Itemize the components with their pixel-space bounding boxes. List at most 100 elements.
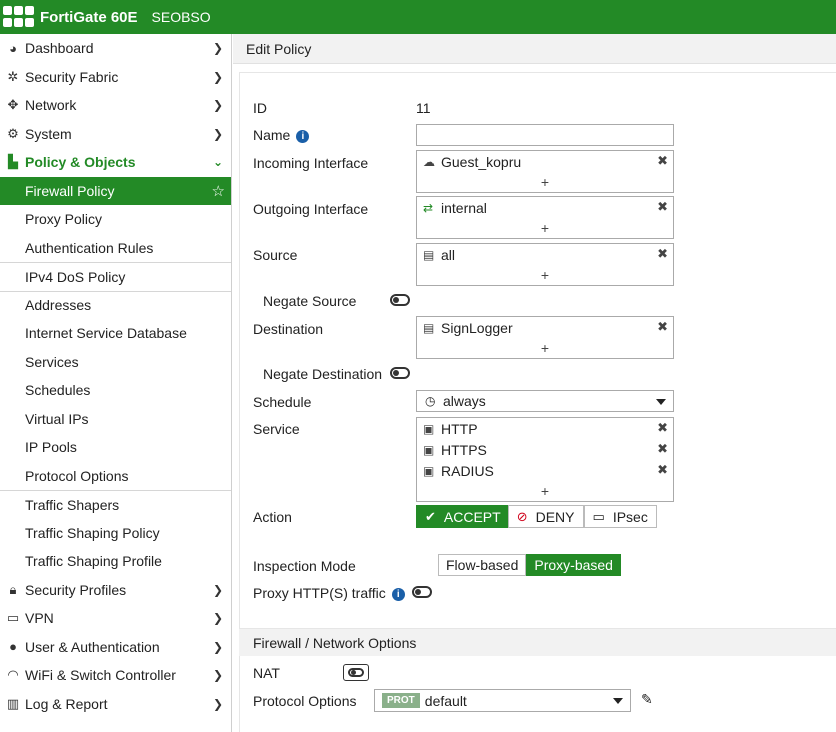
shuffle-icon: ⇄ (423, 200, 434, 215)
sidebar-subitem-traffic-shapers[interactable]: Traffic Shapers (0, 490, 231, 519)
sidebar-item-label: User & Authentication (25, 638, 160, 655)
nat-toggle[interactable] (343, 664, 369, 681)
sidebar-subitem-traffic-shaping-profile[interactable]: Traffic Shaping Profile (0, 547, 231, 576)
fortinet-logo[interactable] (3, 6, 35, 28)
service-value: HTTPS (441, 441, 487, 458)
add-icon[interactable]: + (417, 481, 673, 501)
toggle-off-icon (348, 668, 364, 677)
sidebar-subitem-protocol-options[interactable]: Protocol Options (0, 462, 231, 491)
schedule-label: Schedule (253, 394, 312, 410)
ipsec-button[interactable]: ▭ IPsec (583, 505, 657, 528)
add-icon[interactable]: + (417, 338, 673, 358)
source-field[interactable]: ▤ all ✖ + (416, 243, 674, 286)
info-icon[interactable]: i (296, 130, 310, 143)
info-icon[interactable]: i (391, 588, 405, 601)
sidebar-subitem-authentication-rules[interactable]: Authentication Rules (0, 234, 231, 263)
name-input[interactable] (416, 124, 674, 146)
sidebar-subitem-ipv4-dos-policy[interactable]: IPv4 DoS Policy (0, 262, 231, 291)
sidebar-subitem-firewall-policy[interactable]: Firewall Policy ☆ (0, 176, 231, 205)
sidebar-item-system[interactable]: ⚙ System ❯ (0, 120, 231, 149)
page-title: Edit Policy (233, 34, 836, 64)
firewall-network-options-header: Firewall / Network Options (239, 628, 836, 656)
sidebar-item-dashboard[interactable]: ◕ Dashboard ❯ (0, 34, 231, 63)
service-entry: ▣ HTTP ✖ (417, 418, 673, 439)
negate-destination-toggle[interactable] (390, 367, 410, 379)
sidebar-subitem-label: Addresses (25, 297, 92, 314)
remove-icon[interactable]: ✖ (657, 319, 668, 335)
sidebar-item-log-report[interactable]: ▥ Log & Report ❯ (0, 690, 231, 719)
proxy-based-button[interactable]: Proxy-based (526, 554, 621, 576)
dashboard-icon: ◕ (9, 40, 17, 56)
source-label: Source (253, 247, 298, 263)
protocol-options-select[interactable]: PROT default (374, 689, 631, 712)
flow-based-button[interactable]: Flow-based (438, 554, 527, 576)
outgoing-interface-field[interactable]: ⇄ internal ✖ + (416, 196, 674, 239)
destination-label: Destination (253, 321, 324, 337)
address-icon: ▤ (423, 247, 435, 262)
deny-button[interactable]: ⊘ DENY (507, 505, 584, 528)
sidebar-subitem-services[interactable]: Services (0, 348, 231, 377)
accept-button[interactable]: ✔ ACCEPT (416, 505, 508, 528)
sidebar-item-user-authentication[interactable]: ● User & Authentication ❯ (0, 633, 231, 662)
sidebar-item-security-fabric[interactable]: ✲ Security Fabric ❯ (0, 63, 231, 92)
destination-entry: ▤ SignLogger ✖ (417, 317, 673, 338)
add-icon[interactable]: + (417, 172, 673, 192)
sidebar-subitem-label: Virtual IPs (25, 410, 89, 427)
sidebar-item-network[interactable]: ✥ Network ❯ (0, 91, 231, 120)
checkmark-icon: ✔ (425, 508, 436, 524)
action-button-group: ✔ ACCEPT ⊘ DENY ▭ IPsec (416, 505, 657, 528)
sidebar-item-label: Policy & Objects (25, 154, 136, 171)
sidebar-subitem-ip-pools[interactable]: IP Pools (0, 433, 231, 462)
sidebar-subitem-internet-service-database[interactable]: Internet Service Database (0, 319, 231, 348)
destination-field[interactable]: ▤ SignLogger ✖ + (416, 316, 674, 359)
sidebar-item-security-profiles[interactable]: 🔒︎ Security Profiles ❯ (0, 576, 231, 605)
sidebar-item-label: WiFi & Switch Controller (25, 667, 176, 684)
laptop-icon: ▭ (592, 508, 605, 524)
deny-label: DENY (535, 508, 575, 525)
sidebar-subitem-label: Firewall Policy (25, 182, 115, 199)
edit-pencil-icon[interactable]: ✎ (641, 691, 653, 708)
inspection-mode-label: Inspection Mode (253, 558, 356, 574)
sidebar-item-label: System (25, 125, 72, 142)
top-bar: FortiGate 60E SEOBSO (0, 0, 836, 34)
add-icon[interactable]: + (417, 218, 673, 238)
sidebar-subitem-schedules[interactable]: Schedules (0, 376, 231, 405)
sidebar-subitem-label: Traffic Shapers (25, 496, 120, 513)
sidebar-subitem-label: Internet Service Database (25, 325, 187, 342)
id-value: 11 (416, 100, 431, 116)
remove-icon[interactable]: ✖ (657, 246, 668, 262)
incoming-interface-value: Guest_kopru (441, 153, 522, 170)
chevron-right-icon: ❯ (212, 668, 223, 682)
sidebar-item-vpn[interactable]: ▭ VPN ❯ (0, 604, 231, 633)
sidebar-subitem-label: IP Pools (25, 439, 77, 456)
sidebar-item-policy-objects[interactable]: ▙ Policy & Objects ⌄ (0, 148, 231, 177)
sidebar-subitem-addresses[interactable]: Addresses (0, 290, 231, 320)
chevron-right-icon: ❯ (212, 126, 223, 141)
remove-icon[interactable]: ✖ (657, 441, 668, 457)
proxy-https-toggle[interactable] (412, 586, 432, 598)
service-label: Service (253, 421, 300, 437)
sidebar-item-wifi-switch-controller[interactable]: ◠ WiFi & Switch Controller ❯ (0, 661, 231, 690)
sidebar-subitem-label: Protocol Options (25, 467, 129, 484)
remove-icon[interactable]: ✖ (657, 153, 668, 169)
incoming-interface-entry: ☁ Guest_kopru ✖ (417, 151, 673, 172)
sidebar-subitem-virtual-ips[interactable]: Virtual IPs (0, 405, 231, 434)
remove-icon[interactable]: ✖ (657, 462, 668, 478)
sidebar-subitem-proxy-policy[interactable]: Proxy Policy (0, 205, 231, 234)
service-entry: ▣ RADIUS ✖ (417, 460, 673, 481)
sidebar-item-label: VPN (25, 610, 54, 627)
inspection-mode-group: Flow-based Proxy-based (438, 554, 621, 576)
service-field[interactable]: ▣ HTTP ✖ ▣ HTTPS ✖ ▣ RADIUS ✖ + (416, 417, 674, 502)
incoming-interface-field[interactable]: ☁ Guest_kopru ✖ + (416, 150, 674, 193)
star-icon[interactable]: ☆ (212, 182, 225, 200)
accept-label: ACCEPT (443, 508, 501, 525)
sidebar-subitem-label: Authentication Rules (25, 239, 154, 256)
negate-source-toggle[interactable] (390, 294, 410, 306)
remove-icon[interactable]: ✖ (657, 199, 668, 215)
sidebar-subitem-traffic-shaping-policy[interactable]: Traffic Shaping Policy (0, 519, 231, 548)
remove-icon[interactable]: ✖ (657, 420, 668, 436)
hostname: SEOBSO (151, 9, 211, 25)
add-icon[interactable]: + (417, 265, 673, 285)
schedule-select[interactable]: ◷ always (416, 390, 674, 412)
destination-value: SignLogger (441, 319, 513, 336)
